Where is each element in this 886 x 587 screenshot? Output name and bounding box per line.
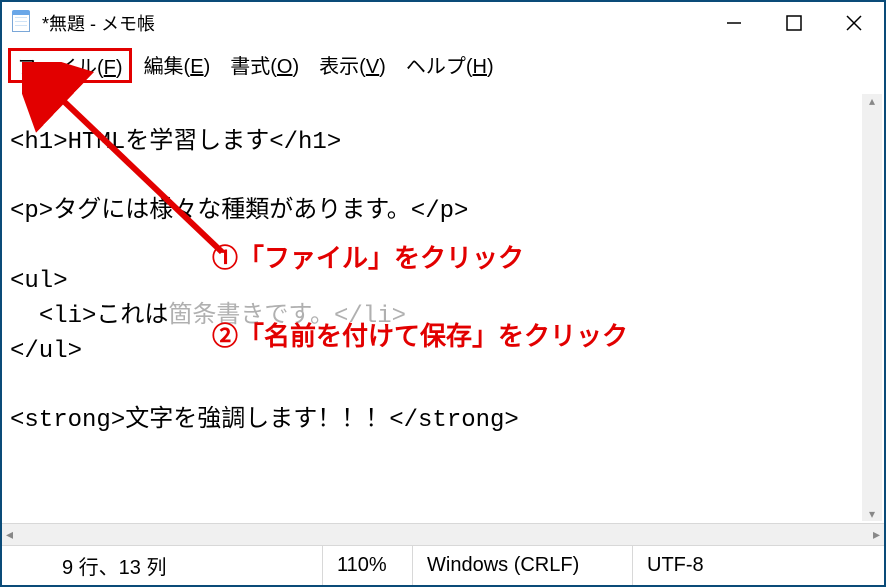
code-line: <h1>HTMLを学習します</h1> [10, 129, 341, 156]
statusbar: 9 行、13 列 110% Windows (CRLF) UTF-8 [2, 545, 884, 585]
scroll-left-icon[interactable]: ◂ [6, 526, 13, 543]
editor-area[interactable]: <h1>HTMLを学習します</h1> <p>タグには様々な種類があります。</… [2, 89, 884, 523]
menu-format[interactable]: 書式(O) [222, 48, 307, 83]
scroll-down-icon[interactable]: ▾ [869, 507, 875, 521]
menubar: ファイル(F) 編集(E) 書式(O) 表示(V) ヘルプ(H) [2, 44, 884, 89]
notepad-icon [12, 12, 32, 34]
menu-file[interactable]: ファイル(F) [8, 48, 132, 83]
window-controls [704, 2, 884, 44]
close-button[interactable] [824, 2, 884, 44]
menu-view[interactable]: 表示(V) [311, 48, 394, 83]
vertical-scrollbar[interactable]: ▴ ▾ [862, 94, 882, 521]
menu-help[interactable]: ヘルプ(H) [398, 48, 502, 83]
code-line: <ul> [10, 268, 68, 295]
horizontal-scrollbar[interactable]: ◂ ▸ [2, 523, 884, 545]
code-line: <li>これは箇条書きです。</li> [10, 303, 406, 330]
menu-edit[interactable]: 編集(E) [136, 48, 219, 83]
titlebar[interactable]: *無題 - メモ帳 [2, 2, 884, 44]
code-line: </ul> [10, 338, 82, 365]
code-line: <strong>文字を強調します！！！</strong> [10, 407, 519, 434]
scroll-right-icon[interactable]: ▸ [873, 526, 880, 543]
status-encoding: UTF-8 [632, 546, 884, 585]
maximize-button[interactable] [764, 2, 824, 44]
status-zoom: 110% [322, 546, 412, 585]
status-eol: Windows (CRLF) [412, 546, 632, 585]
code-line: <p>タグには様々な種類があります。</p> [10, 198, 468, 225]
window-title: *無題 - メモ帳 [42, 10, 155, 36]
minimize-button[interactable] [704, 2, 764, 44]
scroll-up-icon[interactable]: ▴ [869, 94, 875, 108]
notepad-window: *無題 - メモ帳 ファイル(F) 編集(E) 書式(O) 表示(V) ヘルプ(… [0, 0, 886, 587]
status-position: 9 行、13 列 [2, 546, 322, 585]
